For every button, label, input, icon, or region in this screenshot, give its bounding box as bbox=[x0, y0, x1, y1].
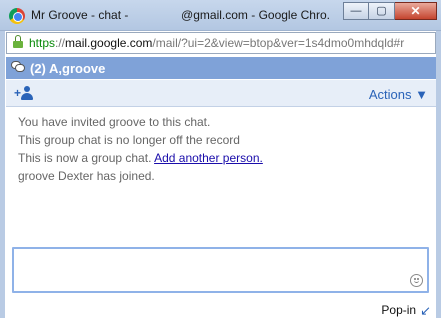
chat-input-box bbox=[12, 247, 429, 293]
window-titlebar: Mr Groove - chat - @gmail.com - Google C… bbox=[0, 0, 441, 31]
message-text: This group chat is no longer off the rec… bbox=[18, 133, 240, 147]
chat-input[interactable] bbox=[14, 249, 427, 291]
add-another-person-link[interactable]: Add another person. bbox=[154, 151, 263, 165]
chrome-logo-icon bbox=[9, 8, 25, 24]
actions-menu[interactable]: Actions ▼ bbox=[369, 87, 428, 102]
pop-in-button[interactable]: Pop-in ↙ bbox=[381, 302, 431, 318]
message-item: You have invited groove to this chat. bbox=[18, 113, 428, 131]
message-text: groove Dexter has joined. bbox=[18, 169, 155, 183]
url-path: /mail/?ui=2&view=btop&ver=1s4dmo0mhdqld#… bbox=[152, 36, 405, 50]
window-frame-right bbox=[436, 31, 441, 318]
message-text: This is now a group chat. bbox=[18, 151, 152, 165]
close-button[interactable]: ✕ bbox=[395, 2, 437, 20]
window-title-suffix: @gmail.com - Google Chro... bbox=[181, 8, 331, 22]
emoticon-icon[interactable] bbox=[410, 274, 423, 287]
window-title: Mr Groove - chat - @gmail.com - Google C… bbox=[31, 8, 331, 24]
chat-bubble-icon bbox=[11, 61, 25, 73]
url-text[interactable]: https://mail.google.com/mail/?ui=2&view=… bbox=[29, 36, 434, 52]
maximize-button[interactable]: ▢ bbox=[369, 2, 395, 20]
url-separator: :// bbox=[55, 36, 66, 50]
add-person-icon[interactable]: + bbox=[14, 86, 34, 101]
url-host: mail.google.com bbox=[65, 36, 153, 50]
window-frame-left bbox=[0, 31, 5, 318]
window-title-prefix: Mr Groove - chat - bbox=[31, 8, 129, 22]
pop-in-arrow-icon: ↙ bbox=[420, 302, 431, 318]
lock-icon bbox=[13, 35, 23, 48]
window-controls: — ▢ ✕ bbox=[343, 2, 437, 20]
chat-header: (2) A,groove bbox=[6, 57, 436, 79]
minimize-button[interactable]: — bbox=[343, 2, 369, 20]
message-item: This group chat is no longer off the rec… bbox=[18, 131, 428, 149]
pop-in-label: Pop-in bbox=[381, 303, 417, 317]
message-item: groove Dexter has joined. bbox=[18, 167, 428, 185]
message-item: This is now a group chat. Add another pe… bbox=[18, 149, 428, 167]
add-person-plus: + bbox=[14, 86, 22, 100]
message-text: You have invited groove to this chat. bbox=[18, 115, 211, 129]
url-bar[interactable]: https://mail.google.com/mail/?ui=2&view=… bbox=[6, 32, 436, 54]
url-scheme: https bbox=[29, 36, 56, 50]
message-list: You have invited groove to this chat. Th… bbox=[18, 113, 428, 185]
chat-toolbar: + Actions ▼ bbox=[6, 80, 436, 107]
chat-title: (2) A,groove bbox=[30, 61, 106, 76]
